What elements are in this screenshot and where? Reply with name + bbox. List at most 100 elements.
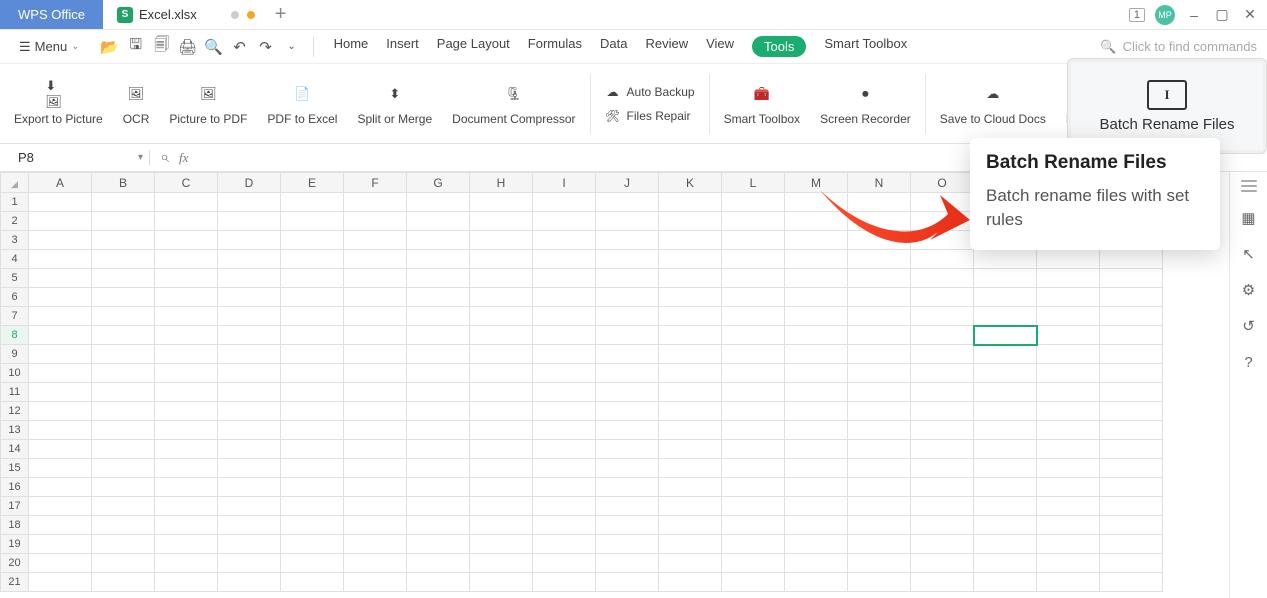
cell-M21[interactable] (785, 573, 848, 592)
cell-F2[interactable] (344, 212, 407, 231)
cell-E7[interactable] (281, 307, 344, 326)
cell-A4[interactable] (29, 250, 92, 269)
cell-K3[interactable] (659, 231, 722, 250)
col-header-C[interactable]: C (155, 173, 218, 193)
cell-M10[interactable] (785, 364, 848, 383)
cell-D19[interactable] (218, 535, 281, 554)
cell-P19[interactable] (974, 535, 1037, 554)
cell-J14[interactable] (596, 440, 659, 459)
cell-N18[interactable] (848, 516, 911, 535)
panel-toggle-icon[interactable] (1241, 180, 1257, 192)
cell-P4[interactable] (974, 250, 1037, 269)
col-header-H[interactable]: H (470, 173, 533, 193)
cell-O11[interactable] (911, 383, 974, 402)
cell-P10[interactable] (974, 364, 1037, 383)
cell-A3[interactable] (29, 231, 92, 250)
cell-K9[interactable] (659, 345, 722, 364)
cell-R6[interactable] (1100, 288, 1163, 307)
cell-L19[interactable] (722, 535, 785, 554)
cell-O5[interactable] (911, 269, 974, 288)
cell-P18[interactable] (974, 516, 1037, 535)
cell-H7[interactable] (470, 307, 533, 326)
cell-I14[interactable] (533, 440, 596, 459)
cell-F19[interactable] (344, 535, 407, 554)
cell-J7[interactable] (596, 307, 659, 326)
cell-J11[interactable] (596, 383, 659, 402)
cell-M6[interactable] (785, 288, 848, 307)
cell-K13[interactable] (659, 421, 722, 440)
cell-A14[interactable] (29, 440, 92, 459)
cell-B4[interactable] (92, 250, 155, 269)
cell-L21[interactable] (722, 573, 785, 592)
row-header-5[interactable]: 5 (1, 269, 29, 288)
cell-Q10[interactable] (1037, 364, 1100, 383)
save-icon[interactable]: 🖫 (127, 38, 145, 56)
cell-D9[interactable] (218, 345, 281, 364)
cell-E1[interactable] (281, 193, 344, 212)
badge-one[interactable]: 1 (1129, 8, 1145, 22)
cell-H10[interactable] (470, 364, 533, 383)
cell-Q9[interactable] (1037, 345, 1100, 364)
minimize-button[interactable]: – (1185, 6, 1203, 24)
history-icon[interactable]: ↺ (1239, 316, 1259, 336)
cell-B15[interactable] (92, 459, 155, 478)
row-header-12[interactable]: 12 (1, 402, 29, 421)
cell-A6[interactable] (29, 288, 92, 307)
cell-N12[interactable] (848, 402, 911, 421)
cell-B12[interactable] (92, 402, 155, 421)
cell-B14[interactable] (92, 440, 155, 459)
cell-G15[interactable] (407, 459, 470, 478)
cell-H13[interactable] (470, 421, 533, 440)
cell-B17[interactable] (92, 497, 155, 516)
cell-reference-box[interactable]: P8 ▾ (0, 150, 150, 165)
cell-E18[interactable] (281, 516, 344, 535)
row-header-1[interactable]: 1 (1, 193, 29, 212)
cell-I7[interactable] (533, 307, 596, 326)
cell-I5[interactable] (533, 269, 596, 288)
cell-H16[interactable] (470, 478, 533, 497)
cell-Q16[interactable] (1037, 478, 1100, 497)
ribbon-auto-backup[interactable]: ☁Auto Backup (605, 84, 695, 100)
cell-H2[interactable] (470, 212, 533, 231)
cell-C7[interactable] (155, 307, 218, 326)
cell-C20[interactable] (155, 554, 218, 573)
cell-R5[interactable] (1100, 269, 1163, 288)
cell-O21[interactable] (911, 573, 974, 592)
cell-L10[interactable] (722, 364, 785, 383)
cell-H4[interactable] (470, 250, 533, 269)
ribbon-tab-home[interactable]: Home (334, 36, 369, 57)
cell-R7[interactable] (1100, 307, 1163, 326)
cell-L18[interactable] (722, 516, 785, 535)
cell-G4[interactable] (407, 250, 470, 269)
cell-D3[interactable] (218, 231, 281, 250)
cell-A16[interactable] (29, 478, 92, 497)
cell-L6[interactable] (722, 288, 785, 307)
cell-M8[interactable] (785, 326, 848, 345)
row-header-11[interactable]: 11 (1, 383, 29, 402)
cell-H12[interactable] (470, 402, 533, 421)
cell-A9[interactable] (29, 345, 92, 364)
cell-J8[interactable] (596, 326, 659, 345)
cell-G20[interactable] (407, 554, 470, 573)
cell-J4[interactable] (596, 250, 659, 269)
col-header-K[interactable]: K (659, 173, 722, 193)
cell-J9[interactable] (596, 345, 659, 364)
cell-F12[interactable] (344, 402, 407, 421)
cell-K10[interactable] (659, 364, 722, 383)
cell-R20[interactable] (1100, 554, 1163, 573)
cell-P6[interactable] (974, 288, 1037, 307)
cell-O12[interactable] (911, 402, 974, 421)
cell-C3[interactable] (155, 231, 218, 250)
cell-H15[interactable] (470, 459, 533, 478)
cell-Q7[interactable] (1037, 307, 1100, 326)
cell-I2[interactable] (533, 212, 596, 231)
ribbon-picture-to-pdf[interactable]: 🖼Picture to PDF (159, 64, 257, 143)
cell-J21[interactable] (596, 573, 659, 592)
cell-D15[interactable] (218, 459, 281, 478)
cell-R18[interactable] (1100, 516, 1163, 535)
cell-P15[interactable] (974, 459, 1037, 478)
col-header-I[interactable]: I (533, 173, 596, 193)
cell-E12[interactable] (281, 402, 344, 421)
cell-R4[interactable] (1100, 250, 1163, 269)
cell-O10[interactable] (911, 364, 974, 383)
